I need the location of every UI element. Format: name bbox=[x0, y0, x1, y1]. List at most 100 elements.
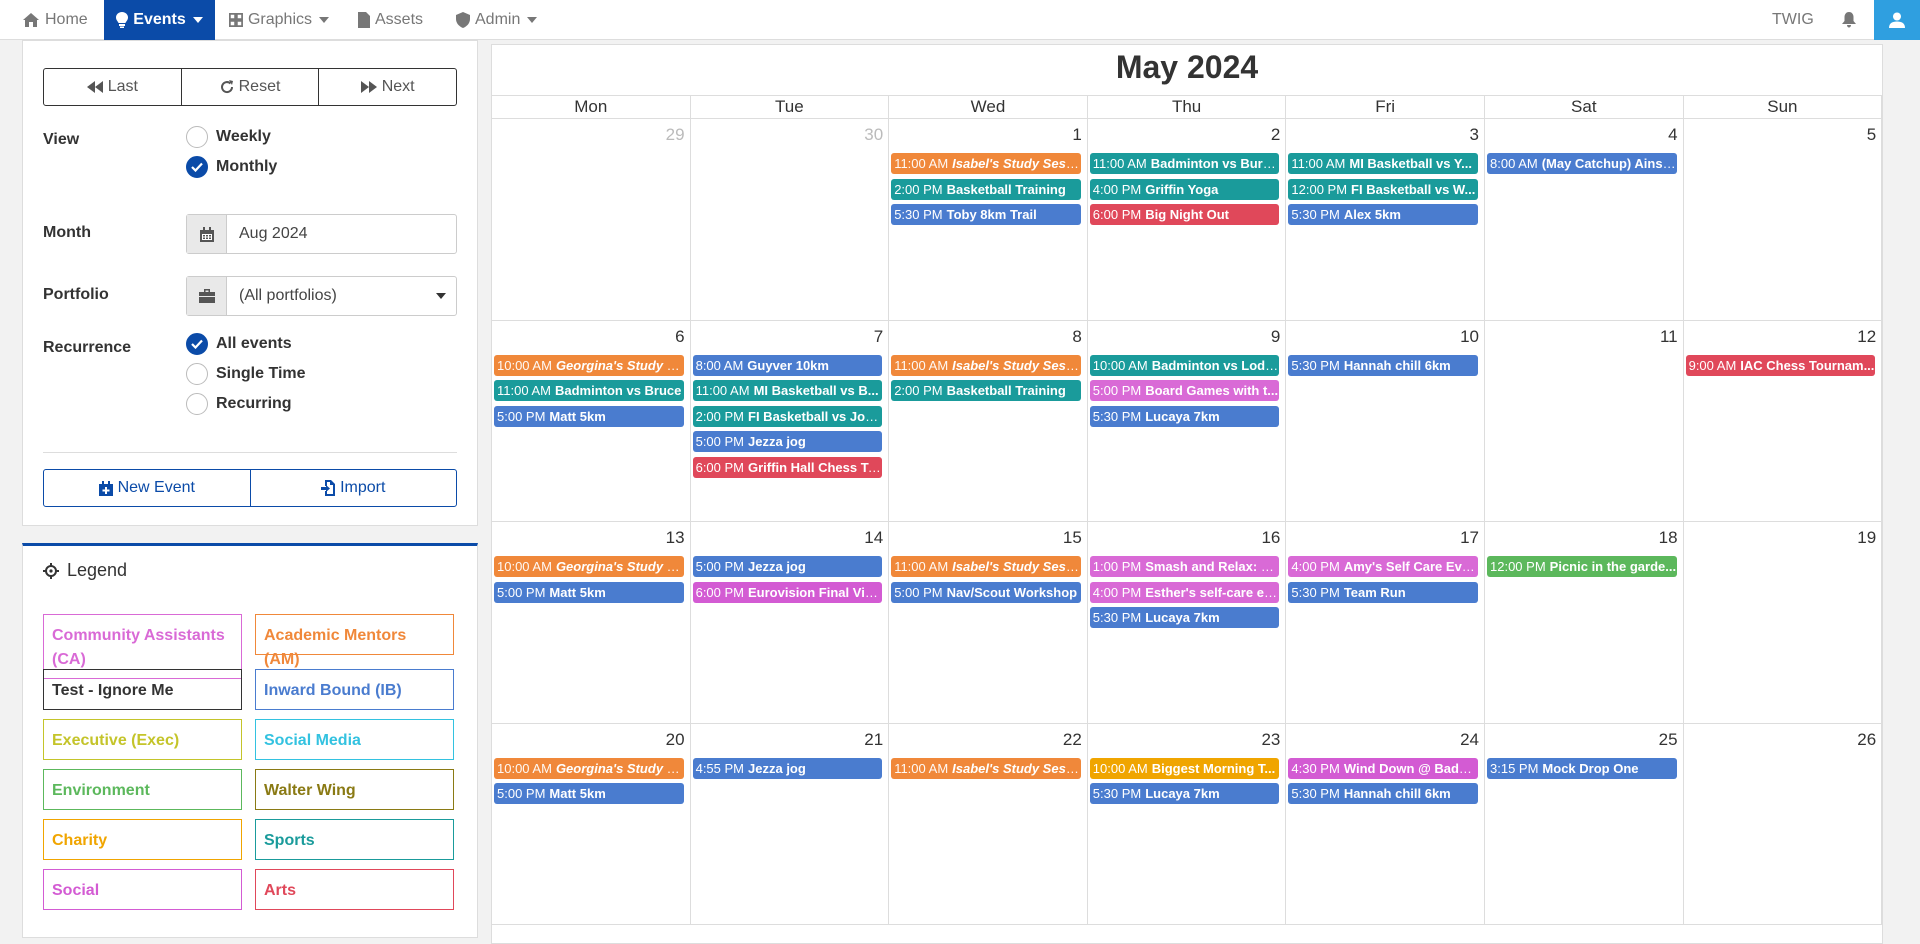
day-cell[interactable]: 23 10:00 AM Biggest Morning T... 5:30 PM Luc… bbox=[1087, 723, 1287, 925]
day-cell[interactable]: 9 10:00 AM Badminton vs Lodge 5:00 PM Board … bbox=[1087, 320, 1287, 522]
legend-item[interactable]: Academic Mentors (AM) bbox=[255, 614, 454, 668]
event-chip[interactable]: 5:00 PM Board Games with t... bbox=[1089, 380, 1280, 401]
event-chip[interactable]: 11:00 AM MI Basketball vs B... bbox=[692, 380, 883, 401]
event-chip[interactable]: 6:00 PM Eurovision Final Vie... bbox=[692, 581, 883, 603]
event-chip[interactable]: 4:00 PM Amy's Self Care Eve... bbox=[1288, 556, 1478, 577]
event-chip[interactable]: 5:30 PM Lucaya 7km bbox=[1089, 607, 1280, 628]
event-chip[interactable]: 6:00 PM Griffin Hall Chess To... bbox=[692, 456, 883, 478]
event-chip[interactable]: 2:00 PM Basketball Training bbox=[891, 178, 1081, 200]
last-button[interactable]: Last bbox=[44, 69, 182, 105]
event-chip[interactable]: 6:00 PM Big Night Out bbox=[1089, 204, 1280, 225]
event-chip[interactable]: 10:00 AM Georgina's Study S... bbox=[494, 354, 684, 376]
day-cell[interactable]: 10 5:30 PM Hannah chill 6km bbox=[1286, 320, 1485, 522]
event-chip[interactable]: 5:00 PM Jezza jog bbox=[692, 431, 883, 452]
legend-item[interactable]: Executive (Exec) bbox=[43, 719, 242, 760]
import-button[interactable]: Import bbox=[251, 470, 457, 506]
day-cell[interactable]: 7 8:00 AM Guyver 10km 11:00 AM MI Basketball… bbox=[690, 320, 890, 522]
legend-item[interactable]: Charity bbox=[43, 819, 242, 860]
recurrence-single-radio[interactable]: Single Time bbox=[186, 363, 306, 385]
event-chip[interactable]: 4:55 PM Jezza jog bbox=[692, 757, 883, 779]
view-monthly-radio[interactable]: Monthly bbox=[186, 156, 277, 178]
event-chip[interactable]: 10:00 AM Georgina's Study S... bbox=[494, 556, 684, 577]
nav-events[interactable]: Events bbox=[104, 0, 215, 40]
day-cell[interactable]: 5 bbox=[1683, 119, 1883, 321]
event-chip[interactable]: 5:00 PM Matt 5km bbox=[494, 405, 684, 427]
event-chip[interactable]: 11:00 AM Badminton vs Bruce bbox=[494, 380, 684, 401]
recurrence-all-radio[interactable]: All events bbox=[186, 333, 292, 355]
day-cell[interactable]: 2 11:00 AM Badminton vs Burg... 4:00 PM Grif… bbox=[1087, 119, 1287, 321]
event-chip[interactable]: 3:15 PM Mock Drop One bbox=[1487, 757, 1677, 779]
event-chip[interactable]: 12:00 PM Picnic in the garde... bbox=[1487, 556, 1677, 577]
day-cell[interactable]: 16 1:00 PM Smash and Relax: U... 4:00 PM Est… bbox=[1087, 522, 1287, 724]
user-menu-button[interactable] bbox=[1874, 0, 1920, 40]
legend-item[interactable]: Test - Ignore Me bbox=[43, 669, 242, 710]
day-cell[interactable]: 18 12:00 PM Picnic in the garde... bbox=[1485, 522, 1684, 724]
day-cell[interactable]: 20 10:00 AM Georgina's Study S... 5:00 PM Ma… bbox=[492, 723, 691, 925]
day-cell[interactable]: 12 9:00 AM IAC Chess Tournam... bbox=[1683, 320, 1883, 522]
event-chip[interactable]: 5:30 PM Lucaya 7km bbox=[1089, 405, 1280, 427]
event-chip[interactable]: 2:00 PM FI Basketball vs Joh... bbox=[692, 405, 883, 427]
event-chip[interactable]: 10:00 AM Badminton vs Lodge bbox=[1089, 354, 1280, 376]
reset-button[interactable]: Reset bbox=[182, 69, 320, 105]
event-chip[interactable]: 12:00 PM FI Basketball vs W... bbox=[1288, 178, 1478, 200]
day-cell[interactable]: 14 5:00 PM Jezza jog 6:00 PM Eurovision Fina… bbox=[690, 522, 890, 724]
new-event-button[interactable]: New Event bbox=[44, 470, 251, 506]
event-chip[interactable]: 8:00 AM Guyver 10km bbox=[692, 354, 883, 376]
day-cell[interactable]: 24 4:30 PM Wind Down @ Badger 5:30 PM Hannah… bbox=[1286, 723, 1485, 925]
day-cell[interactable]: 3 11:00 AM MI Basketball vs Y... 12:00 PM FI… bbox=[1286, 119, 1485, 321]
event-chip[interactable]: 5:30 PM Team Run bbox=[1288, 581, 1478, 603]
event-chip[interactable]: 11:00 AM MI Basketball vs Y... bbox=[1288, 153, 1478, 174]
legend-item[interactable]: Walter Wing bbox=[255, 769, 454, 810]
event-chip[interactable]: 5:00 PM Matt 5km bbox=[494, 783, 684, 804]
month-picker[interactable]: Aug 2024 bbox=[186, 214, 457, 254]
day-cell[interactable]: 26 bbox=[1683, 723, 1883, 925]
event-chip[interactable]: 5:30 PM Lucaya 7km bbox=[1089, 783, 1280, 804]
day-cell[interactable]: 8 11:00 AM Isabel's Study Sessi... 2:00 PM B… bbox=[889, 320, 1088, 522]
nav-graphics[interactable]: Graphics bbox=[229, 0, 329, 40]
nav-assets[interactable]: Assets bbox=[358, 0, 438, 40]
nav-home[interactable]: Home bbox=[22, 0, 92, 40]
event-chip[interactable]: 4:30 PM Wind Down @ Badger bbox=[1288, 757, 1478, 779]
event-chip[interactable]: 5:30 PM Hannah chill 6km bbox=[1288, 354, 1478, 376]
event-chip[interactable]: 2:00 PM Basketball Training bbox=[891, 380, 1081, 401]
day-cell[interactable]: 11 bbox=[1485, 320, 1684, 522]
day-cell[interactable]: 29 bbox=[492, 119, 691, 321]
legend-item[interactable]: Inward Bound (IB) bbox=[255, 669, 454, 710]
event-chip[interactable]: 10:00 AM Georgina's Study S... bbox=[494, 757, 684, 779]
legend-item[interactable]: Sports bbox=[255, 819, 454, 860]
org-name[interactable]: TWIG bbox=[1772, 0, 1814, 40]
day-cell[interactable]: 4 8:00 AM (May Catchup) Ainsl... bbox=[1485, 119, 1684, 321]
event-chip[interactable]: 11:00 AM Isabel's Study Sessi... bbox=[891, 153, 1081, 174]
nav-admin[interactable]: Admin bbox=[456, 0, 541, 40]
event-chip[interactable]: 5:30 PM Toby 8km Trail bbox=[891, 204, 1081, 225]
event-chip[interactable]: 5:00 PM Jezza jog bbox=[692, 556, 883, 577]
event-chip[interactable]: 9:00 AM IAC Chess Tournam... bbox=[1685, 354, 1876, 376]
portfolio-select[interactable]: (All portfolios) bbox=[186, 276, 457, 316]
event-chip[interactable]: 10:00 AM Biggest Morning T... bbox=[1089, 757, 1280, 779]
event-chip[interactable]: 11:00 AM Isabel's Study Sessi... bbox=[891, 556, 1081, 577]
event-chip[interactable]: 1:00 PM Smash and Relax: U... bbox=[1089, 556, 1280, 577]
event-chip[interactable]: 5:30 PM Hannah chill 6km bbox=[1288, 783, 1478, 804]
day-cell[interactable]: 13 10:00 AM Georgina's Study S... 5:00 PM Ma… bbox=[492, 522, 691, 724]
event-chip[interactable]: 11:00 AM Badminton vs Burg... bbox=[1089, 153, 1280, 174]
day-cell[interactable]: 22 11:00 AM Isabel's Study Sessi... bbox=[889, 723, 1088, 925]
event-chip[interactable]: 5:00 PM Nav/Scout Workshop bbox=[891, 581, 1081, 603]
day-cell[interactable]: 17 4:00 PM Amy's Self Care Eve... 5:30 PM Te… bbox=[1286, 522, 1485, 724]
day-cell[interactable]: 6 10:00 AM Georgina's Study S... 11:00 AM Ba… bbox=[492, 320, 691, 522]
event-chip[interactable]: 4:00 PM Esther's self-care ev... bbox=[1089, 581, 1280, 603]
event-chip[interactable]: 11:00 AM Isabel's Study Sessi... bbox=[891, 354, 1081, 376]
legend-item[interactable]: Social Media bbox=[255, 719, 454, 760]
event-chip[interactable]: 5:30 PM Alex 5km bbox=[1288, 204, 1478, 225]
day-cell[interactable]: 1 11:00 AM Isabel's Study Sessi... 2:00 PM B… bbox=[889, 119, 1088, 321]
event-chip[interactable]: 5:00 PM Matt 5km bbox=[494, 581, 684, 603]
event-chip[interactable]: 8:00 AM (May Catchup) Ainsl... bbox=[1487, 153, 1677, 174]
legend-item[interactable]: Arts bbox=[255, 869, 454, 910]
event-chip[interactable]: 4:00 PM Griffin Yoga bbox=[1089, 178, 1280, 200]
day-cell[interactable]: 15 11:00 AM Isabel's Study Sessi... 5:00 PM… bbox=[889, 522, 1088, 724]
legend-item[interactable]: Social bbox=[43, 869, 242, 910]
day-cell[interactable]: 25 3:15 PM Mock Drop One bbox=[1485, 723, 1684, 925]
day-cell[interactable]: 19 bbox=[1683, 522, 1883, 724]
recurrence-recurring-radio[interactable]: Recurring bbox=[186, 393, 292, 415]
day-cell[interactable]: 21 4:55 PM Jezza jog bbox=[690, 723, 890, 925]
day-cell[interactable]: 30 bbox=[690, 119, 890, 321]
